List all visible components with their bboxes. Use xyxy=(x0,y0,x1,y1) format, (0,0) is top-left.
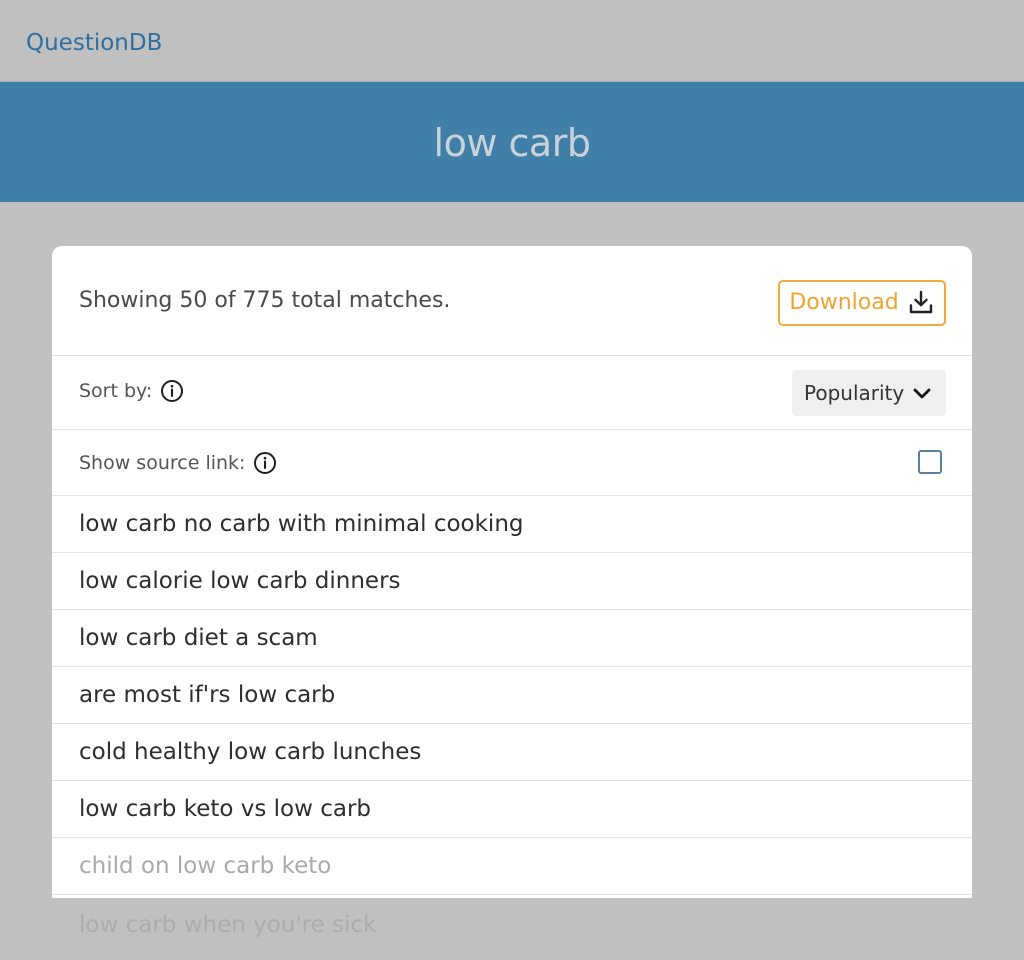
chevron-down-icon xyxy=(911,382,933,404)
overflow-result-item: low carb when you're sick xyxy=(79,912,377,938)
sort-dropdown[interactable]: Popularity xyxy=(792,370,946,416)
result-item[interactable]: low carb keto vs low carb xyxy=(52,781,972,838)
top-nav: QuestionDB xyxy=(0,0,1024,82)
result-item[interactable]: cold healthy low carb lunches xyxy=(52,724,972,781)
download-icon xyxy=(907,289,935,317)
source-link-checkbox[interactable] xyxy=(918,450,942,474)
download-label: Download xyxy=(789,290,899,315)
search-banner: low carb xyxy=(0,82,1024,202)
results-summary: Showing 50 of 775 total matches. xyxy=(79,288,451,313)
result-item[interactable]: low carb no carb with minimal cooking xyxy=(52,496,972,553)
result-item-faded[interactable]: child on low carb keto xyxy=(52,838,972,895)
brand-link[interactable]: QuestionDB xyxy=(26,28,162,58)
result-item[interactable]: low calorie low carb dinners xyxy=(52,553,972,610)
results-card: Showing 50 of 775 total matches. Downloa… xyxy=(52,246,972,898)
summary-row: Showing 50 of 775 total matches. Downloa… xyxy=(52,246,972,356)
sort-row: Sort by: Popularity xyxy=(52,356,972,430)
sort-info-icon[interactable] xyxy=(160,379,184,403)
search-title: low carb xyxy=(433,121,591,165)
source-link-label-group: Show source link: xyxy=(79,450,277,476)
sort-label: Sort by: xyxy=(79,380,153,402)
source-link-info-icon[interactable] xyxy=(253,451,277,475)
download-button[interactable]: Download xyxy=(778,280,946,326)
source-link-label: Show source link: xyxy=(79,452,246,474)
results-list: low carb no carb with minimal cooking lo… xyxy=(52,496,972,895)
sort-selected-value: Popularity xyxy=(804,381,905,405)
result-item[interactable]: are most if'rs low carb xyxy=(52,667,972,724)
source-link-row: Show source link: xyxy=(52,430,972,496)
result-item[interactable]: low carb diet a scam xyxy=(52,610,972,667)
sort-label-group: Sort by: xyxy=(79,378,184,404)
